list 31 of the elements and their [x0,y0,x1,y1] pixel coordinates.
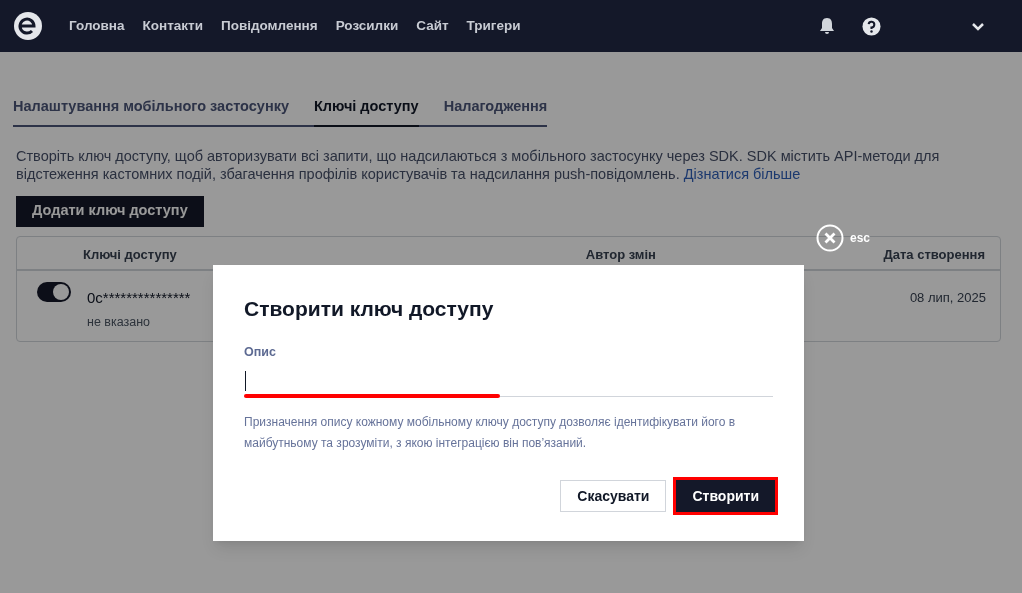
tab[interactable]: Ключі доступу [314,96,419,127]
learn-more-link[interactable]: Дізнатися більше [683,165,801,182]
close-icon[interactable] [816,224,844,252]
nav-link[interactable]: Контакти [142,15,203,37]
nav-link[interactable]: Тригери [466,15,521,37]
esc-hint: esc [850,230,871,247]
add-key-button[interactable]: Додати ключ доступу [16,195,204,227]
create-button[interactable]: Створити [676,480,775,513]
column-header: Автор змін [585,245,656,264]
field-hint: Призначення опису кожному мобільному ключу доступу дозволяє ідентифікувати його в майбутньому та зрозуміти, з якою інтеграцією він пов’язаний. [244,414,737,453]
table-cell-text: 08 лип, 2025 [909,288,986,307]
tab[interactable]: Налагодження [443,96,548,125]
nav-link[interactable]: Повідомлення [220,15,318,37]
nav-link[interactable]: Головна [69,15,125,37]
cancel-button[interactable]: Скасувати [560,480,667,513]
column-header: Ключі доступу [83,245,177,264]
toggle-switch[interactable] [37,281,71,302]
masked-key: 0c*************** [87,286,191,310]
chevron-down-icon[interactable] [971,21,985,31]
tab[interactable]: Налаштування мобільного застосунку [13,96,289,125]
column-header: Дата створення [883,245,985,264]
description-field[interactable] [244,369,773,398]
help-icon[interactable] [862,16,881,36]
nav-link[interactable]: Сайт [416,15,449,37]
logo-icon[interactable] [13,11,43,41]
modal-title: Створити ключ доступу [244,296,495,322]
key-description: не вказано [87,314,152,332]
field-label: Опис [244,343,277,361]
nav-link[interactable]: Розсилки [335,15,399,37]
bell-icon[interactable] [818,17,836,35]
intro-paragraph: Створіть ключ доступу, щоб авторизувати всі запити, що надсилаються з мобільного застосунку через SDK. SDK містить API-методи для відстеження кастомних подій, збагачення профілів користувачів та надсилання push-повідомлень. Дізнатися більше [16,146,941,183]
